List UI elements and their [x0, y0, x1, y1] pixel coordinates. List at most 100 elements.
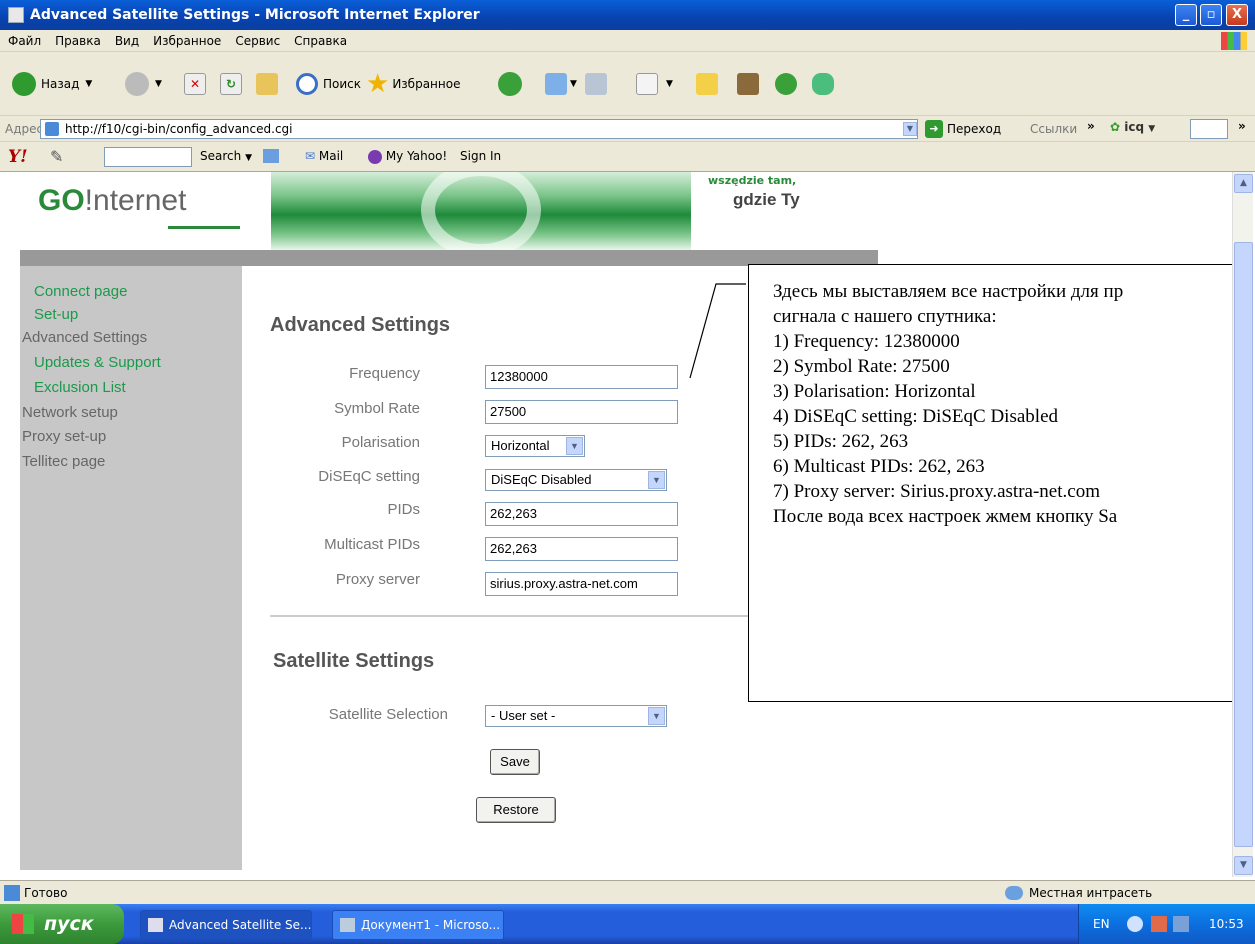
menu-file[interactable]: Файл [8, 34, 41, 48]
messenger-flower-button[interactable] [775, 69, 797, 99]
messenger-button[interactable] [812, 69, 834, 99]
satellite-selection-value: - User set - [491, 708, 556, 723]
chevron-right-icon[interactable]: » [1238, 119, 1246, 133]
nav-advanced-settings[interactable]: Advanced Settings [22, 329, 147, 346]
edit-button[interactable]: ▼ [636, 69, 673, 99]
polarisation-value: Horizontal [491, 438, 550, 453]
yahoo-mail-button[interactable]: ✉ Mail [305, 149, 343, 163]
my-yahoo-button[interactable]: My Yahoo! [368, 149, 447, 164]
callout-line: После вода всех настроек жмем кнопку Sa [773, 506, 1118, 527]
back-label: Назад [41, 77, 80, 91]
links-label[interactable]: Ссылки [1030, 122, 1077, 136]
polarisation-select[interactable]: Horizontal ▼ [485, 435, 585, 457]
yahoo-bookmarks-icon[interactable] [263, 149, 279, 163]
back-button[interactable]: Назад ▼ [12, 69, 92, 99]
nav-network-setup[interactable]: Network setup [22, 404, 118, 421]
research-button[interactable] [737, 69, 759, 99]
chevron-right-icon[interactable]: » [1087, 119, 1095, 133]
yahoo-search-label: Search [200, 149, 242, 163]
my-yahoo-label: My Yahoo! [385, 149, 448, 163]
nav-tellitec-page[interactable]: Tellitec page [22, 453, 105, 470]
standard-toolbar: Назад ▼ ▼ ✕ ↻ Поиск ★ Избранное ▼ ▼ [0, 52, 1255, 116]
scroll-thumb[interactable] [1234, 242, 1253, 847]
stop-button[interactable]: ✕ [184, 69, 206, 99]
menu-tools[interactable]: Сервис [235, 34, 280, 48]
slogan-line2: gdzie Ty [733, 190, 800, 209]
home-button[interactable] [256, 69, 278, 99]
forward-button[interactable]: ▼ [125, 69, 162, 99]
scroll-down-icon[interactable]: ▼ [1234, 856, 1253, 875]
restore-button[interactable]: Restore [476, 797, 556, 823]
search-button[interactable]: Поиск [296, 69, 361, 99]
frequency-input[interactable]: 12380000 [485, 365, 678, 389]
logo-rest: !nternet [84, 184, 187, 217]
refresh-button[interactable]: ↻ [220, 69, 242, 99]
start-button[interactable]: пуск [0, 904, 124, 944]
title-bar[interactable]: Advanced Satellite Settings - Microsoft … [0, 0, 1255, 30]
chevron-down-icon[interactable]: ▼ [566, 437, 583, 455]
callout-line: Здесь мы выставляем все настройки для пр [773, 281, 1124, 302]
symbol-rate-input[interactable]: 27500 [485, 400, 678, 424]
menu-view[interactable]: Вид [115, 34, 139, 48]
folder-button[interactable] [696, 69, 718, 99]
pids-input[interactable]: 262,263 [485, 502, 678, 526]
nav-exclusion-list[interactable]: Exclusion List [34, 379, 126, 396]
tray-network-icon[interactable] [1173, 916, 1189, 932]
callout-line: 2) Symbol Rate: 27500 [773, 356, 950, 377]
proxy-server-input[interactable]: sirius.proxy.astra-net.com [485, 572, 678, 596]
nav-connect-page[interactable]: Connect page [34, 283, 127, 300]
taskbar-item-ie[interactable]: Advanced Satellite Se... [140, 910, 312, 940]
pencil-icon[interactable]: ✎ [50, 147, 63, 166]
icq-button[interactable]: ✿ icq ▼ [1110, 120, 1155, 134]
yahoo-search-input[interactable] [104, 147, 192, 167]
go-button[interactable]: ➜ Переход [925, 120, 1001, 138]
mail-button[interactable]: ▼ [545, 69, 577, 99]
menu-help[interactable]: Справка [294, 34, 347, 48]
multicast-pids-label: Multicast PIDs [324, 536, 420, 553]
callout-line: 5) PIDs: 262, 263 [773, 431, 909, 452]
folder-icon [696, 73, 718, 95]
menu-favorites[interactable]: Избранное [153, 34, 221, 48]
tray-arrow-icon[interactable] [1127, 916, 1143, 932]
forward-arrow-icon [125, 72, 149, 96]
nav-setup[interactable]: Set-up [34, 306, 78, 323]
yahoo-logo[interactable]: Y! [8, 147, 28, 167]
history-button[interactable] [498, 69, 522, 99]
chevron-down-icon[interactable]: ▼ [648, 471, 665, 489]
yahoo-toolbar: Y! ✎ Search ▼ ✉ Mail My Yahoo! Sign In [0, 142, 1255, 172]
save-button[interactable]: Save [490, 749, 540, 775]
satellite-selection-label: Satellite Selection [328, 706, 448, 723]
address-dropdown-icon[interactable]: ▼ [903, 122, 917, 136]
nav-proxy-setup[interactable]: Proxy set-up [22, 428, 106, 445]
go-internet-logo[interactable]: GO!nternet [38, 184, 186, 218]
favorites-button[interactable]: ★ Избранное [366, 69, 460, 99]
go-arrow-icon: ➜ [925, 120, 943, 138]
diseqc-select[interactable]: DiSEqC Disabled ▼ [485, 469, 667, 491]
chevron-down-icon: ▼ [245, 153, 252, 163]
tray-app-icon[interactable] [1151, 916, 1167, 932]
print-button[interactable] [585, 69, 607, 99]
taskbar-item-word[interactable]: Документ1 - Microso... [332, 910, 504, 940]
maximize-button[interactable]: ▫ [1200, 4, 1222, 26]
nav-updates-support[interactable]: Updates & Support [34, 354, 161, 371]
menu-edit[interactable]: Правка [55, 34, 101, 48]
satellite-selection-select[interactable]: - User set - ▼ [485, 705, 667, 727]
word-icon [636, 73, 658, 95]
symbol-rate-label: Symbol Rate [334, 400, 420, 417]
chevron-down-icon[interactable]: ▼ [648, 707, 665, 725]
multicast-pids-input[interactable]: 262,263 [485, 537, 678, 561]
scroll-up-icon[interactable]: ▲ [1234, 174, 1253, 193]
status-bar: Готово Местная интрасеть [0, 880, 1255, 904]
chevron-down-icon: ▼ [666, 79, 673, 89]
sign-in-button[interactable]: Sign In [460, 149, 501, 163]
proxy-server-label: Proxy server [335, 571, 420, 588]
address-input[interactable]: http://f10/cgi-bin/config_advanced.cgi [40, 119, 918, 139]
vertical-scrollbar[interactable]: ▲ ▼ [1232, 172, 1253, 877]
icq-input[interactable] [1190, 119, 1228, 139]
home-icon [256, 73, 278, 95]
close-button[interactable]: X [1226, 4, 1248, 26]
language-indicator[interactable]: EN [1093, 904, 1110, 944]
yahoo-search-button[interactable]: Search ▼ [200, 149, 252, 163]
clock: 10:53 [1209, 917, 1244, 931]
minimize-button[interactable]: _ [1175, 4, 1197, 26]
